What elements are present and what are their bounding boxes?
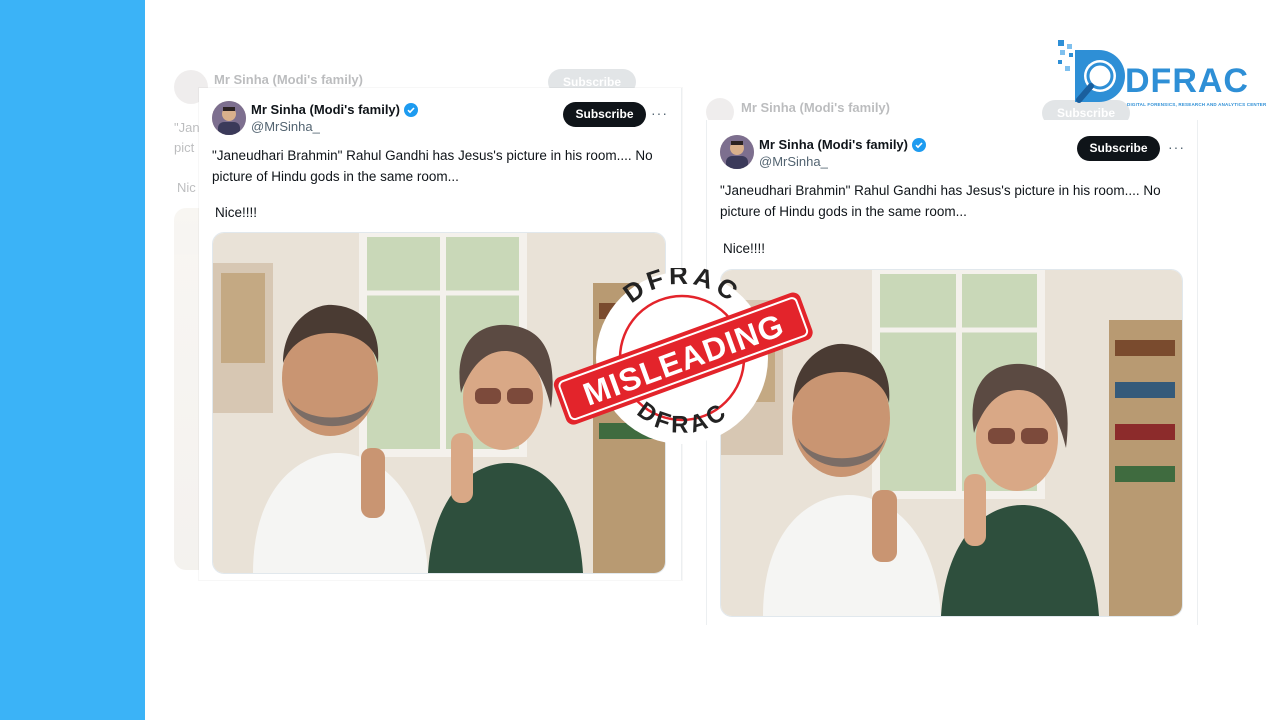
tweet-text-line-1: "Janeudhari Brahmin" Rahul Gandhi has Je… <box>212 148 653 163</box>
left-accent-bar <box>0 0 145 720</box>
verified-badge-icon <box>912 137 926 152</box>
magnifier-logo-icon <box>1058 40 1125 103</box>
author-name[interactable]: Mr Sinha (Modi's family) <box>251 102 400 117</box>
misleading-stamp: DFRAC DFRAC MISLEADING <box>548 260 818 448</box>
verified-badge-icon <box>404 102 418 117</box>
ghost-text-1: "Jan <box>174 120 200 135</box>
tweet-text-nice: Nice!!!! <box>215 205 258 220</box>
author-name[interactable]: Mr Sinha (Modi's family) <box>759 137 908 152</box>
tweet-text: "Janeudhari Brahmin" Rahul Gandhi has Je… <box>212 145 672 187</box>
avatar[interactable] <box>720 135 754 169</box>
ghost-text-3: Nic <box>177 180 196 195</box>
subscribe-button[interactable]: Subscribe <box>563 102 646 127</box>
ghost-display-name: Mr Sinha (Modi's family) <box>741 100 890 115</box>
dfrac-logo: DFRAC DIGITAL FORENSICS, RESEARCH AND AN… <box>1055 40 1266 114</box>
more-options-icon[interactable]: ··· <box>651 105 668 121</box>
tweet-text-line-1: "Janeudhari Brahmin" Rahul Gandhi has Je… <box>720 183 1161 198</box>
ghost-display-name: Mr Sinha (Modi's family) <box>214 72 363 87</box>
logo-wordmark: DFRAC <box>1125 62 1249 100</box>
tweet-text-line-2: picture of Hindu gods in the same room..… <box>212 169 459 184</box>
logo-tagline: DIGITAL FORENSICS, RESEARCH AND ANALYTIC… <box>1127 102 1267 107</box>
more-options-icon[interactable]: ··· <box>1168 139 1185 155</box>
tweet-text-line-2: picture of Hindu gods in the same room..… <box>720 204 967 219</box>
ghost-text-2: pict <box>174 140 195 155</box>
author-handle[interactable]: @MrSinha_ <box>759 154 828 169</box>
author-row: Mr Sinha (Modi's family) <box>251 102 418 117</box>
subscribe-button[interactable]: Subscribe <box>1077 136 1160 161</box>
tweet-text-nice: Nice!!!! <box>723 241 766 256</box>
author-row: Mr Sinha (Modi's family) <box>759 137 926 152</box>
avatar[interactable] <box>212 101 246 135</box>
tweet-text: "Janeudhari Brahmin" Rahul Gandhi has Je… <box>720 180 1188 222</box>
author-handle[interactable]: @MrSinha_ <box>251 119 320 134</box>
